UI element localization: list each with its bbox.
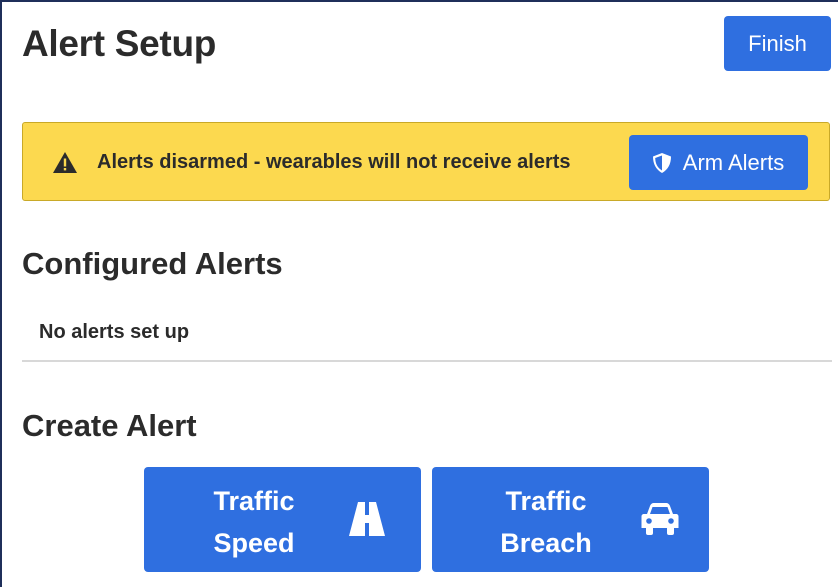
tile-label-line2: Breach [500,528,592,558]
section-divider [22,360,832,362]
alerts-disarmed-banner: Alerts disarmed - wearables will not rec… [22,122,830,201]
traffic-speed-button[interactable]: Traffic Speed [144,467,421,572]
tile-label-line2: Speed [213,528,295,558]
no-alerts-message: No alerts set up [39,321,190,343]
page-title: Alert Setup [22,23,217,64]
arm-alerts-button[interactable]: Arm Alerts [629,135,808,190]
configured-alerts-heading: Configured Alerts [22,246,283,281]
car-icon [641,503,679,535]
banner-message: Alerts disarmed - wearables will not rec… [97,151,571,173]
arm-alerts-label: Arm Alerts [682,149,785,175]
traffic-breach-button[interactable]: Traffic Breach [432,467,709,572]
create-alert-heading: Create Alert [22,408,197,443]
tile-label-line1: Traffic [505,486,587,516]
warning-triangle-icon [53,152,77,173]
alert-setup-page: Alert Setup Finish Alerts disarmed - wea… [0,0,838,587]
road-icon [349,502,385,536]
tile-label-line1: Traffic [213,486,295,516]
shield-icon [652,152,671,173]
finish-button[interactable]: Finish [724,16,831,71]
